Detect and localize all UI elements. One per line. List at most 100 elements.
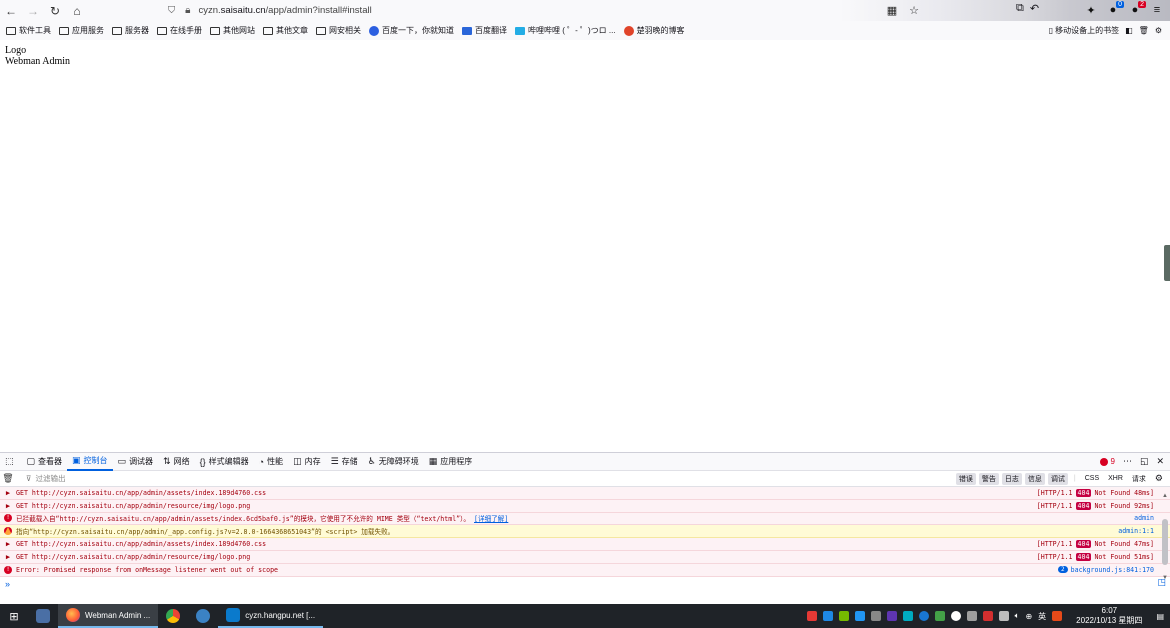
more-options-icon[interactable]: ⋯: [1123, 456, 1132, 467]
shield-icon[interactable]: ⛉: [168, 5, 175, 16]
tray-app-icon[interactable]: [982, 611, 993, 621]
bookmark-item[interactable]: 其他网站: [210, 25, 255, 36]
reload-icon[interactable]: ↻: [44, 0, 66, 21]
log-source-link[interactable]: background.js:841:170: [1071, 566, 1154, 574]
tab-application[interactable]: ▦ 应用程序: [424, 453, 478, 471]
bookmark-item[interactable]: 在线手册: [157, 25, 202, 36]
scroll-up-icon[interactable]: ▲: [1162, 493, 1168, 499]
taskbar-item-chrome[interactable]: [158, 604, 188, 628]
expand-chevron-icon[interactable]: ▶: [0, 553, 16, 561]
log-entry[interactable]: ! Error: Promised response from onMessag…: [0, 563, 1170, 577]
tab-network[interactable]: ⇅ 网络: [158, 453, 195, 471]
network-icon[interactable]: [998, 611, 1009, 621]
expand-chevron-icon[interactable]: ▶: [0, 502, 16, 510]
sidebar-icon[interactable]: ◧: [1125, 26, 1133, 35]
taskbar-item-app-s[interactable]: [188, 604, 218, 628]
clock[interactable]: 6:07 2022/10/13 星期四: [1076, 606, 1142, 626]
lock-icon[interactable]: 🔒︎: [185, 5, 190, 16]
console-settings-icon[interactable]: ⚙: [1152, 472, 1166, 485]
bookmark-item[interactable]: 百度一下，你就知道: [369, 25, 454, 36]
log-entry[interactable]: ▶ GET http://cyzn.saisaitu.cn/app/admin/…: [0, 499, 1170, 513]
tray-app-icon[interactable]: [806, 611, 817, 621]
filter-debug-button[interactable]: 调试: [1047, 472, 1068, 485]
bookmark-item[interactable]: 哔哩哔哩 ( ゜- ゜)つロ ...: [515, 25, 616, 36]
tray-app-icon[interactable]: [902, 611, 913, 621]
volume-icon[interactable]: 🔈︎: [1015, 611, 1020, 621]
tab-storage[interactable]: ☰ 存储: [326, 453, 363, 471]
log-entry[interactable]: ▶ GET http://cyzn.saisaitu.cn/app/admin/…: [0, 550, 1170, 564]
tab-style-editor[interactable]: {} 样式编辑器: [195, 453, 254, 471]
log-entry[interactable]: ! 已拦截载入自“http://cyzn.saisaitu.cn/app/adm…: [0, 512, 1170, 526]
expand-chevron-icon[interactable]: ▶: [0, 540, 16, 548]
tray-copy-icon[interactable]: [966, 611, 977, 621]
log-source-link[interactable]: admin:1:1: [1118, 527, 1154, 535]
filter-input[interactable]: 过滤输出: [36, 473, 66, 484]
tray-app-icon[interactable]: [854, 611, 865, 621]
extension-badge-icon[interactable]: ● 0: [1104, 1, 1124, 19]
filter-info-button[interactable]: 信息: [1024, 472, 1045, 485]
extension-badge-icon[interactable]: ● 2: [1126, 1, 1146, 19]
bookmark-item[interactable]: 网安相关: [316, 25, 361, 36]
tab-inspector[interactable]: ▢ 查看器: [22, 453, 68, 471]
element-picker[interactable]: ⬚: [0, 453, 22, 471]
trash-icon[interactable]: 🗑︎: [1139, 26, 1149, 35]
qr-code-icon[interactable]: ▦: [884, 2, 900, 18]
console-input[interactable]: »: [0, 577, 1170, 591]
log-entry[interactable]: 指向“http://cyzn.saisaitu.cn/app/admin/_ap…: [0, 525, 1170, 539]
scroll-down-icon[interactable]: ▼: [1162, 575, 1168, 581]
tab-console[interactable]: ▣ 控制台: [67, 453, 113, 471]
tray-app-icon[interactable]: [870, 611, 881, 621]
tab-debugger[interactable]: ▭ 调试器: [113, 453, 159, 471]
filter-xhr-button[interactable]: XHR: [1105, 474, 1126, 483]
error-count-badge[interactable]: 9: [1100, 457, 1115, 466]
tray-shield-icon[interactable]: [822, 611, 833, 621]
settings-icon[interactable]: ⚙: [1155, 26, 1162, 35]
filter-warnings-button[interactable]: 警告: [978, 472, 999, 485]
url-bar[interactable]: ⛉ 🔒︎ cyzn. saisaitu.cn/app/admin?install#…: [160, 2, 720, 19]
taskbar-item-calculator[interactable]: [28, 604, 58, 628]
tray-app-icon[interactable]: [934, 611, 945, 621]
close-devtools-icon[interactable]: ✕: [1156, 456, 1164, 467]
bluetooth-icon[interactable]: [918, 611, 929, 621]
windows-start-icon[interactable]: ⊞: [0, 604, 28, 628]
menu-icon[interactable]: ≡: [1148, 1, 1166, 19]
side-tab-handle[interactable]: [1164, 245, 1170, 281]
globe-icon[interactable]: ⊕: [1025, 612, 1032, 621]
forward-arrow-icon[interactable]: →: [22, 0, 44, 21]
bookmark-item[interactable]: 百度翻译: [462, 25, 507, 36]
expand-chevron-icon[interactable]: ▶: [0, 489, 16, 497]
ime-indicator[interactable]: 英: [1038, 611, 1046, 622]
bookmark-star-icon[interactable]: ☆: [906, 2, 922, 18]
taskbar-item-firefox[interactable]: Webman Admin ...: [58, 604, 159, 628]
bookmark-item[interactable]: 其他文章: [263, 25, 308, 36]
tab-accessibility[interactable]: ♿︎ 无障碍环境: [363, 453, 424, 471]
crop-icon[interactable]: ⧉: [1016, 2, 1024, 15]
extension-icon[interactable]: ✦: [1082, 1, 1100, 19]
mobile-bookmarks[interactable]: ▯ 移动设备上的书签: [1049, 25, 1119, 36]
filter-logs-button[interactable]: 日志: [1001, 472, 1022, 485]
tray-circle-icon[interactable]: [950, 611, 961, 621]
sogou-ime-icon[interactable]: [1052, 611, 1063, 621]
notification-icon[interactable]: ▤: [1156, 612, 1164, 621]
filter-errors-button[interactable]: 错误: [955, 472, 976, 485]
learn-more-link[interactable]: [详细了解]: [474, 515, 508, 523]
log-entry[interactable]: ▶ GET http://cyzn.saisaitu.cn/app/admin/…: [0, 538, 1170, 551]
tab-performance[interactable]: ◔ 性能: [254, 453, 288, 471]
log-entry[interactable]: ▶ GET http://cyzn.saisaitu.cn/app/admin/…: [0, 487, 1170, 500]
filter-requests-button[interactable]: 请求: [1129, 473, 1149, 485]
bookmark-item[interactable]: 软件工具: [6, 25, 51, 36]
dock-icon[interactable]: ◱: [1140, 456, 1149, 467]
undo-icon[interactable]: ↶: [1030, 2, 1039, 15]
tray-nvidia-icon[interactable]: [838, 611, 849, 621]
bookmark-item[interactable]: 应用服务: [59, 25, 104, 36]
console-scrollbar[interactable]: ▲ ▼: [1162, 493, 1168, 581]
clear-console-icon[interactable]: 🗑︎: [0, 473, 16, 484]
scrollbar-thumb[interactable]: [1162, 519, 1168, 565]
bookmark-item[interactable]: 楚羽晚的博客: [623, 25, 685, 36]
log-source-link[interactable]: admin: [1134, 514, 1154, 522]
tray-app-icon[interactable]: [886, 611, 897, 621]
home-icon[interactable]: ⌂: [66, 0, 88, 21]
back-arrow-icon[interactable]: ←: [0, 0, 22, 21]
bookmark-item[interactable]: 服务器: [112, 25, 149, 36]
filter-css-button[interactable]: CSS: [1082, 474, 1102, 483]
